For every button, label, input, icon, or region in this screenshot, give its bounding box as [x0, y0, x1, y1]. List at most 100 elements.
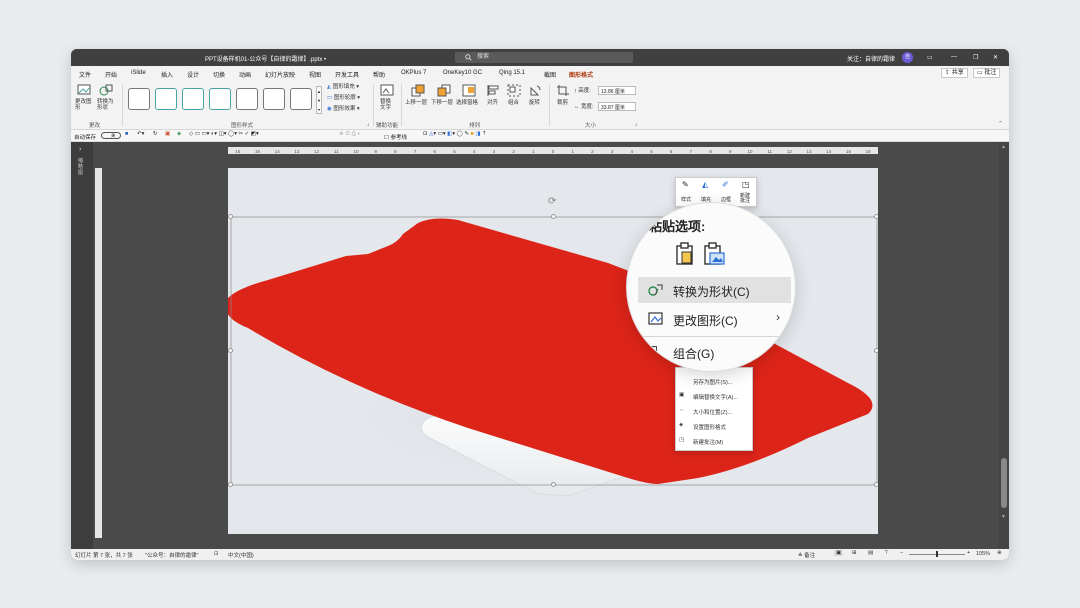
- resize-handle[interactable]: [551, 482, 556, 487]
- collapse-ribbon-icon[interactable]: ⌃: [998, 121, 1003, 127]
- resize-handle[interactable]: [228, 348, 233, 353]
- group-label[interactable]: 组合: [508, 100, 519, 106]
- mini-outline-label[interactable]: 边框: [721, 196, 731, 203]
- styles-gallery-scroll[interactable]: ▲ ▼ ▾: [316, 86, 322, 114]
- style-swatch-3[interactable]: [182, 88, 204, 110]
- size-dialog-launcher-icon[interactable]: ⌟: [635, 121, 638, 127]
- rotate-handle-icon[interactable]: ⟳: [548, 196, 556, 207]
- resize-handle[interactable]: [874, 214, 878, 219]
- menu-size-position[interactable]: 大小和位置(Z)...: [693, 408, 732, 416]
- tab-design[interactable]: 设计: [187, 70, 199, 79]
- outline-pen-icon[interactable]: ✐: [722, 180, 729, 189]
- redo-icon[interactable]: ↻: [153, 131, 158, 137]
- group-icon[interactable]: [507, 84, 521, 97]
- comments-button[interactable]: ▭ 批注: [973, 68, 1001, 78]
- tab-islide[interactable]: iSlide: [131, 70, 146, 76]
- mini-fill-label[interactable]: 填充: [701, 196, 711, 203]
- style-swatch-1[interactable]: [128, 88, 150, 110]
- tab-transitions[interactable]: 切换: [213, 70, 225, 79]
- style-swatch-5[interactable]: [236, 88, 258, 110]
- zoom-slider-thumb[interactable]: [936, 551, 938, 557]
- scroll-thumb[interactable]: [1001, 458, 1007, 508]
- alt-text-icon[interactable]: [380, 84, 394, 97]
- scroll-up-icon[interactable]: ▲: [1001, 144, 1006, 150]
- notes-button[interactable]: ≙ 备注: [798, 551, 815, 559]
- zoom-out-icon[interactable]: −: [900, 550, 903, 556]
- shape-effects-button[interactable]: ◉ 图形效果 ▾: [327, 106, 360, 112]
- tab-onekey[interactable]: OneKey10 GC: [443, 70, 482, 76]
- present-icon[interactable]: ▣: [165, 131, 170, 137]
- slideshow-icon[interactable]: ⊤: [884, 550, 889, 556]
- restore-icon[interactable]: ❐: [973, 54, 978, 61]
- tab-animations[interactable]: 动画: [239, 70, 251, 79]
- height-input[interactable]: 13.86 厘米: [598, 86, 636, 95]
- rotate-label[interactable]: 旋转: [529, 100, 540, 106]
- save-icon[interactable]: ■: [125, 131, 128, 137]
- style-swatch-2[interactable]: [155, 88, 177, 110]
- thumbnail-pane-collapsed[interactable]: › 缩略图: [71, 142, 93, 549]
- selection-pane-label[interactable]: 选择窗格: [456, 100, 478, 106]
- undo-icon[interactable]: ↶▾: [137, 131, 144, 137]
- mini-new-comment-label[interactable]: 新建批注: [740, 194, 754, 204]
- shapes-icon[interactable]: ◇ ▭ ▭▾ ◐▾ ◫▾ ◯▾ ✂ ✓ ◩▾: [189, 131, 259, 137]
- change-shape-label[interactable]: 更改图形: [75, 99, 95, 111]
- crop-label[interactable]: 裁剪: [557, 100, 568, 106]
- rotate-icon[interactable]: [528, 84, 542, 97]
- tab-developer[interactable]: 开发工具: [335, 70, 359, 79]
- format-painter-icon[interactable]: ◈: [177, 131, 181, 137]
- send-backward-label[interactable]: 下移一层: [431, 100, 453, 106]
- fit-slide-icon[interactable]: ⊕: [997, 550, 1002, 556]
- resize-handle[interactable]: [551, 214, 556, 219]
- grid-icon[interactable]: ⊕ ☰ ⎙ ◐: [339, 131, 361, 138]
- tab-slideshow[interactable]: 幻灯片放映: [265, 70, 295, 79]
- minimize-icon[interactable]: —: [951, 54, 957, 60]
- resize-handle[interactable]: [228, 482, 233, 487]
- style-swatch-7[interactable]: [290, 88, 312, 110]
- shape-outline-button[interactable]: ▭ 图形轮廓 ▾: [327, 95, 360, 101]
- vertical-scrollbar[interactable]: ▲ ▼: [999, 142, 1009, 549]
- crop-icon[interactable]: [556, 84, 570, 97]
- expand-pane-icon[interactable]: ›: [79, 146, 81, 153]
- group-menu-item[interactable]: ⊡ 组合(G): [638, 339, 791, 365]
- close-icon[interactable]: ✕: [993, 54, 998, 61]
- tab-screenshot[interactable]: 截图: [544, 70, 556, 79]
- menu-new-comment[interactable]: 新建批注(M): [693, 438, 723, 446]
- alt-text-label[interactable]: 替换文字: [380, 99, 394, 111]
- search-box[interactable]: 搜索: [455, 52, 633, 63]
- autosave-toggle[interactable]: 关: [101, 132, 121, 139]
- convert-shape-icon[interactable]: [99, 84, 113, 97]
- accessibility-icon[interactable]: ⊡: [214, 551, 219, 557]
- tab-view[interactable]: 视图: [309, 70, 321, 79]
- style-swatch-6[interactable]: [263, 88, 285, 110]
- convert-menu-item[interactable]: 转换为形状(C): [638, 277, 791, 303]
- fill-bucket-icon[interactable]: ◭: [702, 180, 708, 189]
- resize-handle[interactable]: [874, 348, 878, 353]
- ribbon-display-icon[interactable]: ▭: [927, 54, 933, 61]
- send-backward-icon[interactable]: [437, 84, 451, 97]
- tab-insert[interactable]: 插入: [161, 70, 173, 79]
- tab-home[interactable]: 开始: [105, 70, 117, 79]
- align-icon[interactable]: [486, 84, 500, 97]
- misc-tools-icon[interactable]: ⊡ ◬▾ ▭▾ ◧▾ ◯ ✎ ■ ◨ ⇡: [423, 131, 487, 137]
- resize-handle[interactable]: [228, 214, 233, 219]
- shape-fill-button[interactable]: ◭ 图形填充 ▾: [327, 84, 359, 90]
- tab-qing[interactable]: Qing 15.1: [499, 70, 525, 76]
- selection-pane-icon[interactable]: [462, 84, 476, 97]
- avatar[interactable]: 自: [902, 52, 913, 63]
- dialog-launcher-icon[interactable]: ⌟: [367, 121, 370, 127]
- paste-picture-icon[interactable]: [702, 242, 726, 266]
- mini-style-label[interactable]: 样式: [681, 196, 691, 203]
- zoom-in-icon[interactable]: +: [967, 550, 970, 556]
- menu-format-shape[interactable]: 设置图形格式: [693, 423, 726, 431]
- guides-toggle[interactable]: ☐ 参考线: [384, 133, 407, 141]
- bring-forward-label[interactable]: 上移一层: [405, 100, 427, 106]
- menu-edit-alt-text[interactable]: 编辑替换文字(A)...: [693, 393, 738, 401]
- comment-icon[interactable]: ◳: [742, 180, 750, 189]
- paste-keep-icon[interactable]: [674, 242, 696, 266]
- align-label[interactable]: 对齐: [487, 100, 498, 106]
- width-input[interactable]: 33.87 厘米: [598, 102, 636, 111]
- tab-help[interactable]: 帮助: [373, 70, 385, 79]
- reading-view-icon[interactable]: ▤: [868, 550, 873, 556]
- style-swatch-4[interactable]: [209, 88, 231, 110]
- menu-save-as-picture[interactable]: 另存为图片(S)...: [693, 378, 732, 386]
